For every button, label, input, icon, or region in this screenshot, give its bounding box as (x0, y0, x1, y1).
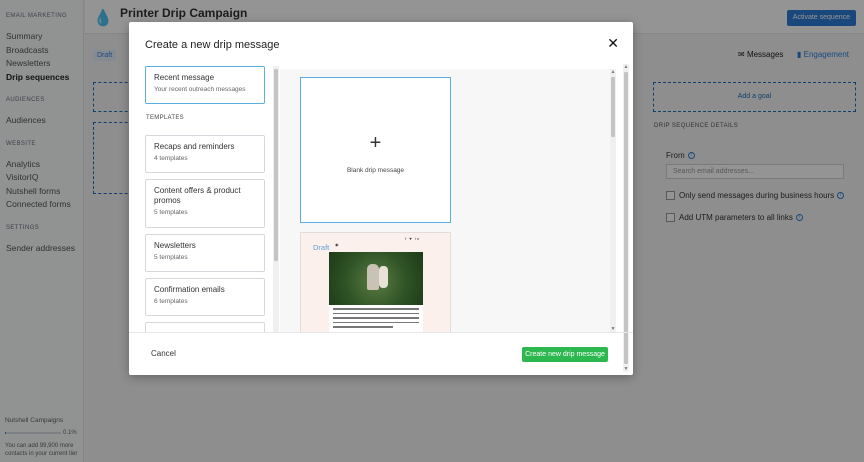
template-category-card[interactable] (145, 322, 265, 332)
card-subtitle: Your recent outreach messages (154, 86, 246, 93)
photo-figure (367, 264, 379, 290)
dialog-body: Recent message Your recent outreach mess… (139, 64, 629, 372)
template-category-card[interactable]: Content offers & product promos 5 templa… (145, 179, 265, 228)
card-subtitle: 5 templates (154, 209, 188, 216)
cancel-button[interactable]: Cancel (151, 349, 176, 358)
category-list-scrollbar[interactable] (273, 66, 279, 332)
template-category-card[interactable]: Confirmation emails 6 templates (145, 278, 265, 316)
preview-scrollbar[interactable]: ▲ ▼ (610, 69, 616, 332)
email-hero-image (329, 252, 423, 305)
dialog-scrollbar[interactable]: ▲ ▼ (623, 64, 629, 372)
scroll-down-icon[interactable]: ▼ (623, 366, 629, 372)
text-line (333, 326, 393, 328)
plus-icon: + (369, 132, 382, 154)
draft-label: Draft (313, 243, 330, 252)
card-title: Recent message (154, 73, 215, 82)
card-title: Content offers & product promos (154, 186, 241, 205)
scroll-thumb[interactable] (624, 72, 628, 364)
templates-heading: TEMPLATES (146, 115, 184, 121)
scroll-up-icon[interactable]: ▲ (623, 64, 629, 70)
draft-message-card[interactable]: Draft ◉ f ♥ in (300, 232, 451, 332)
close-icon[interactable]: ✕ (607, 36, 619, 50)
blank-drip-message-card[interactable]: + Blank drip message (300, 77, 451, 223)
scroll-up-icon[interactable]: ▲ (610, 69, 616, 75)
footer-divider (129, 332, 633, 333)
email-body-preview (329, 305, 423, 332)
template-category-card[interactable]: Recaps and reminders 4 templates (145, 135, 265, 173)
card-subtitle: 4 templates (154, 155, 188, 162)
card-subtitle: 5 templates (154, 254, 188, 261)
blank-drip-message-label: Blank drip message (346, 167, 405, 174)
photo-figure (379, 266, 388, 288)
scroll-thumb[interactable] (274, 69, 278, 261)
template-preview-grid: + Blank drip message Draft ◉ f ♥ in ▲ ▼ (280, 69, 616, 332)
create-drip-message-dialog: Create a new drip message ✕ Recent messa… (129, 22, 633, 375)
card-title: Confirmation emails (154, 285, 225, 294)
social-icons: f ♥ in (405, 236, 420, 241)
template-category-card[interactable]: Newsletters 5 templates (145, 234, 265, 272)
dialog-title: Create a new drip message (145, 39, 280, 51)
card-subtitle: 6 templates (154, 298, 188, 305)
text-line (333, 317, 419, 319)
text-line (333, 312, 419, 314)
card-title: Newsletters (154, 241, 196, 250)
scroll-thumb[interactable] (611, 77, 615, 137)
template-category-list: Recent message Your recent outreach mess… (145, 66, 267, 332)
brand-logo: ◉ (335, 242, 339, 247)
create-drip-message-button[interactable]: Create new drip message (522, 347, 608, 362)
card-title: Recaps and reminders (154, 142, 235, 151)
text-line (333, 308, 419, 310)
text-line (333, 321, 419, 323)
recent-message-card[interactable]: Recent message Your recent outreach mess… (145, 66, 265, 104)
